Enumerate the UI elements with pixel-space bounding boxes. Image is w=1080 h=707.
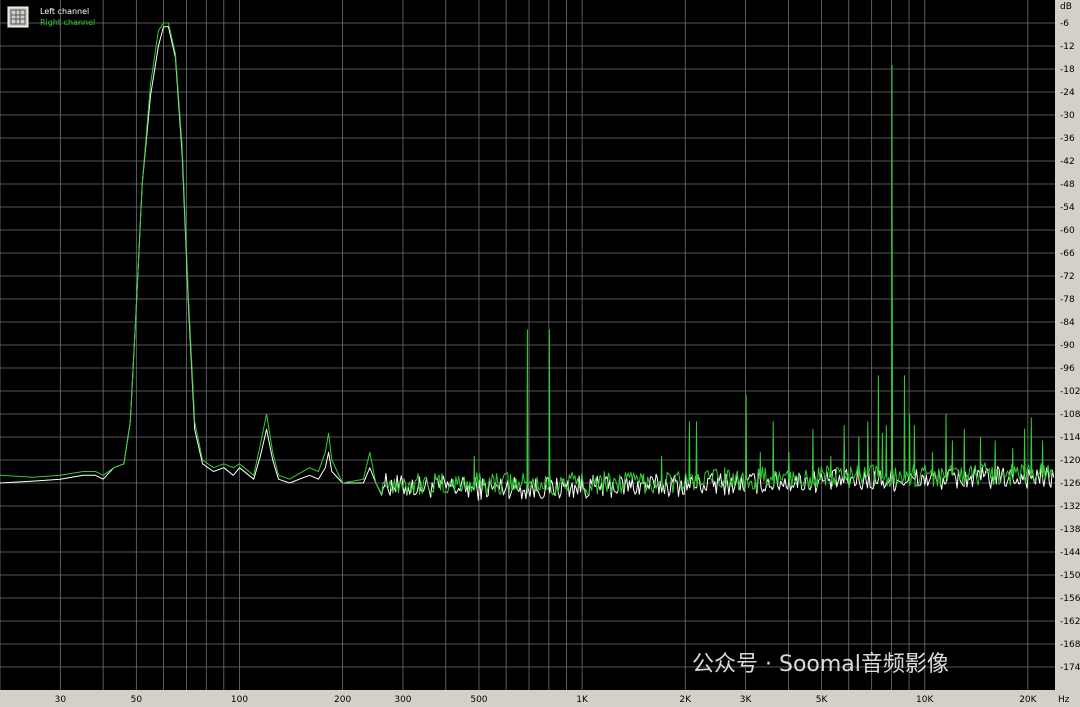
spectrum-analyzer-window: 30 50 100 200 300 500 1K 2K 3K 5K 10K 20K -6 -12 -18 -… [0,0,1080,707]
y-tick-label: -150 [1060,571,1080,581]
y-tick-label: -42 [1060,157,1075,167]
x-tick-label: 10K [916,695,934,705]
y-tick-label: -96 [1060,364,1075,374]
legend-item-right-channel: Right channel [40,18,95,27]
y-tick-label: -90 [1060,341,1075,351]
y-tick-label: -72 [1060,272,1075,282]
y-tick-label: -18 [1060,65,1075,75]
y-tick-label: -120 [1060,456,1080,466]
y-tick-label: -174 [1060,663,1080,673]
y-tick-label: -6 [1060,19,1069,29]
y-tick-label: -78 [1060,295,1075,305]
legend-item-left-channel: Left channel [40,7,89,16]
y-tick-label: -36 [1060,134,1075,144]
x-tick-label: 100 [231,695,248,705]
x-tick-label: 1K [576,695,589,705]
y-tick-label: -138 [1060,525,1080,535]
y-tick-label: -156 [1060,594,1080,604]
y-tick-label: -24 [1060,88,1075,98]
y-tick-label: -108 [1060,410,1080,420]
x-tick-label: 500 [470,695,487,705]
x-tick-label: 3K [740,695,753,705]
y-tick-label: -132 [1060,502,1080,512]
x-tick-label: 200 [334,695,351,705]
spectrum-chart: 30 50 100 200 300 500 1K 2K 3K 5K 10K 20K -6 -12 -18 -… [0,0,1080,707]
y-tick-label: -162 [1060,617,1080,627]
x-tick-label: 5K [816,695,829,705]
x-tick-label: 30 [55,695,67,705]
y-tick-label: -30 [1060,111,1075,121]
y-tick-label: -54 [1060,203,1075,213]
y-tick-label: -48 [1060,180,1075,190]
y-tick-label: -168 [1060,640,1080,650]
watermark-text: 公众号 · Soomal音频影像 [692,652,949,677]
legend-toggle-button[interactable] [7,6,29,28]
x-unit-label: Hz [1058,695,1070,705]
y-tick-label: -144 [1060,548,1080,558]
y-tick-label: -66 [1060,249,1075,259]
x-tick-label: 50 [131,695,143,705]
y-tick-label: -126 [1060,479,1080,489]
y-tick-label: -114 [1060,433,1080,443]
y-tick-label: -60 [1060,226,1075,236]
y-tick-label: -12 [1060,42,1075,52]
y-unit-label: dB [1060,2,1072,12]
x-tick-label: 2K [679,695,692,705]
y-tick-label: -84 [1060,318,1075,328]
x-tick-label: 300 [394,695,411,705]
x-tick-label: 20K [1019,695,1037,705]
y-tick-label: -102 [1060,387,1080,397]
